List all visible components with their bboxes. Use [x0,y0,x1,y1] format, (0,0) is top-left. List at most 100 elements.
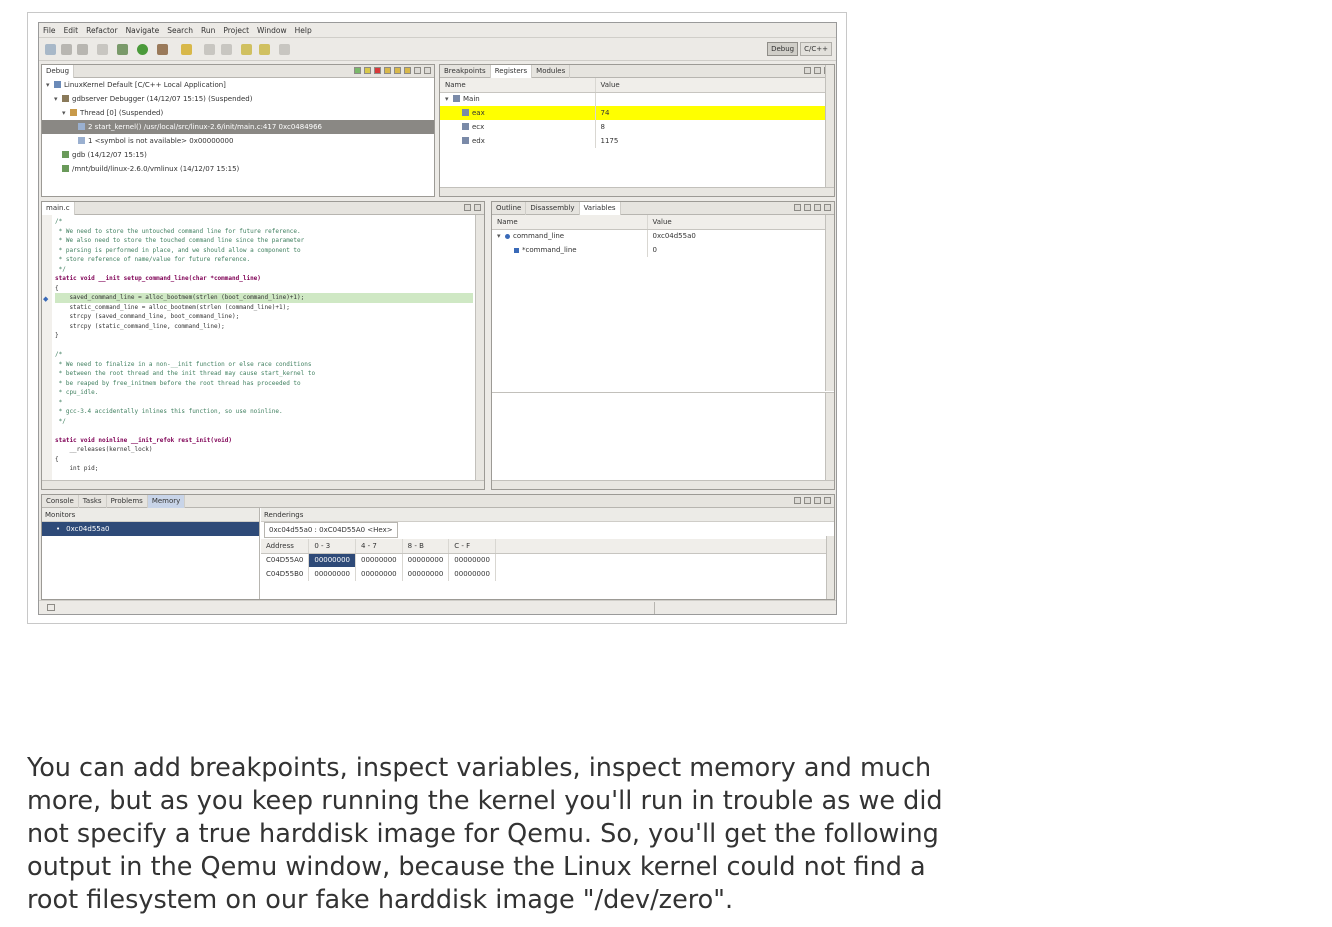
menu-run[interactable]: Run [201,26,215,35]
code-line[interactable]: saved_command_line = alloc_bootmem(strle… [55,293,473,303]
run-icon[interactable] [137,44,148,55]
minimize-icon[interactable] [814,204,821,211]
expand-icon[interactable]: ▾ [497,232,505,240]
tab-main-c[interactable]: main.c [42,202,75,215]
debug-tree-row[interactable]: gdb (14/12/07 15:15) [42,148,434,162]
step-over-icon[interactable] [394,67,401,74]
tab-variables[interactable]: Variables [579,202,621,215]
debug-icon[interactable] [117,44,128,55]
column-header-address[interactable]: Address [261,539,310,554]
show-types-icon[interactable] [794,204,801,211]
memory-cell[interactable]: 00000000 [448,553,496,567]
monitor-item[interactable]: • 0xc04d55a0 [42,522,259,536]
view-menu-icon[interactable] [804,67,811,74]
code-line[interactable]: static void noinline __init_refok rest_i… [55,436,473,446]
menu-file[interactable]: File [43,26,56,35]
table-row[interactable]: *command_line 0 [492,243,834,257]
table-row[interactable]: ▾ command_line 0xc04d55a0 [492,229,834,243]
menu-help[interactable]: Help [295,26,312,35]
table-row[interactable]: C04D55A0 00000000 00000000 00000000 0000… [261,553,834,567]
column-header[interactable]: 0 - 3 [308,539,356,554]
memory-cell[interactable]: 00000000 [448,567,496,581]
code-line[interactable]: int pid; [55,464,473,474]
minimize-icon[interactable] [414,67,421,74]
table-row[interactable]: ecx 8 [440,120,834,134]
memory-cell[interactable]: 00000000 [308,567,356,581]
tab-disassembly[interactable]: Disassembly [526,202,580,215]
menu-search[interactable]: Search [167,26,193,35]
vertical-scrollbar[interactable] [826,536,834,599]
tab-debug[interactable]: Debug [42,65,75,78]
new-rendering-icon[interactable] [794,497,801,504]
suspend-icon[interactable] [364,67,371,74]
code-line[interactable]: /* [55,350,473,360]
minimize-icon[interactable] [464,204,471,211]
external-tools-icon[interactable] [157,44,168,55]
horizontal-scrollbar[interactable] [440,187,834,196]
vertical-scrollbar[interactable] [825,215,834,391]
memory-cell[interactable]: 00000000 [402,567,450,581]
table-row[interactable]: eax 74 [440,106,834,120]
code-line[interactable]: static void __init setup_command_line(ch… [55,274,473,284]
code-line[interactable]: * store reference of name/value for futu… [55,255,473,265]
vertical-scrollbar[interactable] [825,65,834,196]
menu-project[interactable]: Project [223,26,249,35]
expand-icon[interactable]: ▾ [62,106,70,120]
prev-annotation-icon[interactable] [221,44,232,55]
code-area[interactable]: /* * We need to store the untouched comm… [55,217,473,474]
code-line[interactable]: * gcc-3.4 accidentally inlines this func… [55,407,473,417]
minimize-icon[interactable] [814,497,821,504]
code-line[interactable]: */ [55,265,473,275]
code-line[interactable]: * We also need to store the touched comm… [55,236,473,246]
menu-refactor[interactable]: Refactor [86,26,117,35]
code-line[interactable]: */ [55,417,473,427]
tab-problems[interactable]: Problems [107,495,148,508]
tab-memory[interactable]: Memory [147,495,186,508]
minimize-icon[interactable] [814,67,821,74]
code-line[interactable]: * parsing is performed in place, and we … [55,246,473,256]
tab-tasks[interactable]: Tasks [79,495,107,508]
memory-cell[interactable]: 00000000 [355,567,403,581]
step-return-icon[interactable] [404,67,411,74]
detail-scrollbar[interactable] [825,393,834,481]
search-icon[interactable] [181,44,192,55]
next-annotation-icon[interactable] [204,44,215,55]
collapse-all-icon[interactable] [804,204,811,211]
code-line[interactable]: strcpy (saved_command_line, boot_command… [55,312,473,322]
column-header[interactable]: C - F [448,539,496,554]
tab-registers[interactable]: Registers [490,65,533,78]
debug-tree-row[interactable]: ▾ gdbserver Debugger (14/12/07 15:15) (Su… [42,92,434,106]
debug-tree-row-selected[interactable]: 2 start_kernel() /usr/local/src/linux-2.… [42,120,434,134]
perspective-debug[interactable]: Debug [767,42,799,56]
code-line[interactable] [55,341,473,351]
step-into-icon[interactable] [384,67,391,74]
back-icon[interactable] [241,44,252,55]
fast-view-icon[interactable] [47,604,55,611]
code-line[interactable]: * We need to finalize in a non-__init fu… [55,360,473,370]
horizontal-scrollbar[interactable] [492,480,834,489]
horizontal-scrollbar[interactable] [42,480,484,489]
code-line[interactable]: { [55,455,473,465]
code-line[interactable]: * We need to store the untouched command… [55,227,473,237]
debug-tree-row[interactable]: 1 <symbol is not available> 0x00000000 [42,134,434,148]
column-header-name[interactable]: Name [492,215,648,230]
table-row[interactable]: ▾ Main [440,92,834,106]
tab-console[interactable]: Console [42,495,79,508]
memory-cell[interactable]: 00000000 [308,553,356,567]
code-line[interactable]: /* [55,217,473,227]
column-header-value[interactable]: Value [647,215,834,230]
resume-icon[interactable] [354,67,361,74]
rendering-tab[interactable]: 0xc04d55a0 : 0xC04D55A0 <Hex> [264,522,398,538]
maximize-icon[interactable] [424,67,431,74]
maximize-icon[interactable] [824,204,831,211]
menu-window[interactable]: Window [257,26,287,35]
tab-outline[interactable]: Outline [492,202,527,215]
code-line[interactable]: * be reaped by free_initmem before the r… [55,379,473,389]
memory-cell[interactable]: 00000000 [402,553,450,567]
new-icon[interactable] [45,44,56,55]
perspective-cpp[interactable]: C/C++ [800,42,832,56]
table-row[interactable]: C04D55B0 00000000 00000000 00000000 0000… [261,567,834,581]
print-icon[interactable] [77,44,88,55]
code-line[interactable]: { [55,284,473,294]
table-row[interactable]: edx 1175 [440,134,834,148]
